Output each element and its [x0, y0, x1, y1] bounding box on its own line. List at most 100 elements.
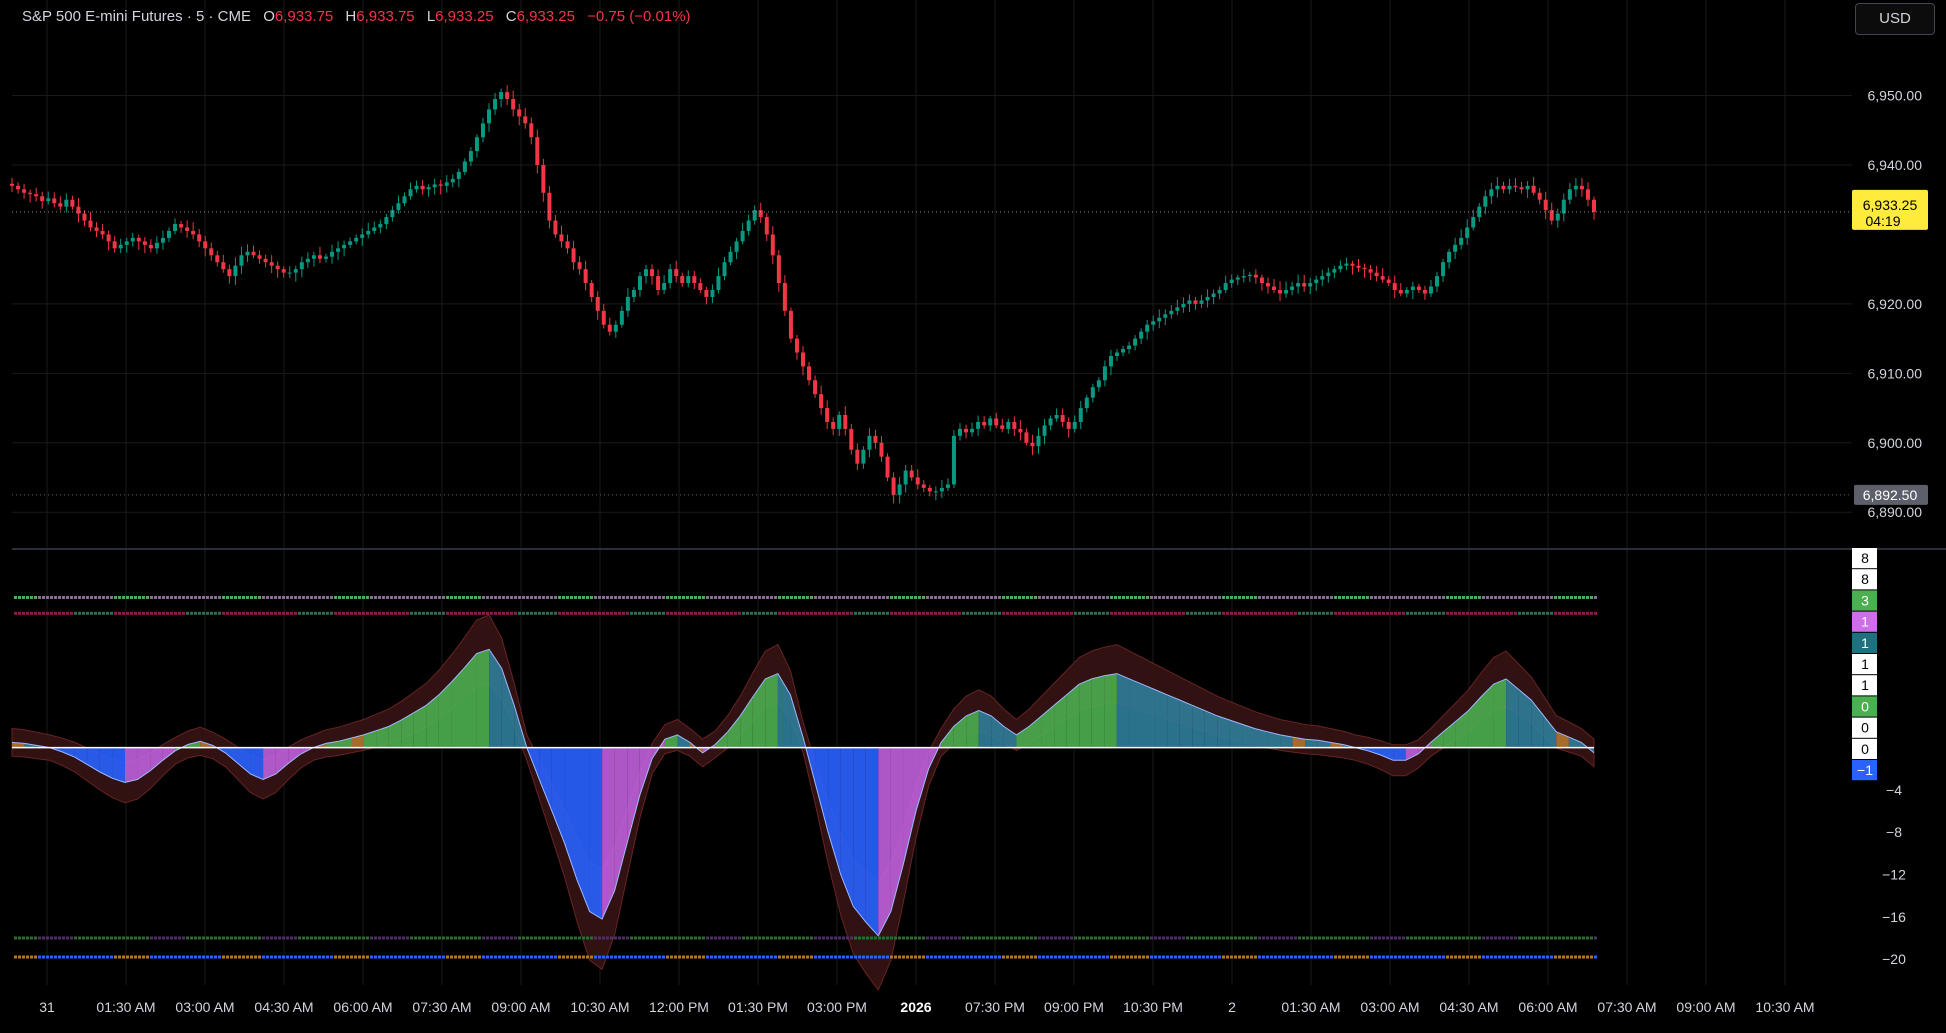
- signal-dot: [510, 595, 513, 599]
- signal-dot: [782, 611, 785, 615]
- trading-chart[interactable]: 6,950.00 6,940.00 6,920.00 6,910.00 6,900.00…: [0, 0, 1946, 1028]
- signal-dot: [606, 611, 609, 615]
- signal-dot: [1326, 611, 1329, 615]
- oscillator-pane[interactable]: [11, 595, 1597, 991]
- signal-dot: [46, 955, 49, 959]
- signal-dot: [30, 936, 33, 940]
- open-value: 6,933.75: [274, 8, 334, 25]
- signal-dot: [1146, 611, 1149, 615]
- signal-dot: [1430, 611, 1433, 615]
- signal-dot: [1002, 611, 1005, 615]
- signal-dot: [1030, 611, 1033, 615]
- signal-dot: [1034, 936, 1037, 940]
- signal-dot: [54, 955, 57, 959]
- symbol-interval[interactable]: 5: [196, 8, 204, 25]
- signal-dot: [1250, 595, 1253, 599]
- signal-dot: [366, 936, 369, 940]
- signal-dot: [346, 936, 349, 940]
- signal-dot: [186, 936, 189, 940]
- signal-dot: [1370, 595, 1373, 599]
- time-label: 01:30 AM: [1281, 999, 1340, 1015]
- signal-dot: [278, 955, 281, 959]
- signal-dot: [26, 595, 29, 599]
- signal-dot: [266, 611, 269, 615]
- signal-dot: [1134, 936, 1137, 940]
- signal-dot: [126, 936, 129, 940]
- chart-canvas[interactable]: 6,950.006,940.006,920.006,910.006,900.00…: [0, 0, 1946, 1028]
- signal-dot: [478, 595, 481, 599]
- candle-body: [782, 283, 787, 311]
- symbol-legend[interactable]: S&P 500 E-mini Futures · 5 · CME O6,933.…: [22, 8, 691, 25]
- candle-body: [1302, 283, 1307, 287]
- signal-dot: [1074, 595, 1077, 599]
- signal-dot: [1430, 936, 1433, 940]
- signal-dot: [998, 595, 1001, 599]
- signal-dot: [834, 936, 837, 940]
- symbol-name[interactable]: S&P 500 E-mini Futures: [22, 8, 183, 25]
- signal-dot: [862, 595, 865, 599]
- signal-dot: [1270, 611, 1273, 615]
- signal-dot: [1466, 955, 1469, 959]
- signal-dot: [182, 955, 185, 959]
- signal-dot: [334, 936, 337, 940]
- signal-dot: [670, 595, 673, 599]
- candle-body: [1380, 276, 1385, 280]
- signal-dot: [222, 611, 225, 615]
- signal-dot: [542, 611, 545, 615]
- candle-body: [1278, 290, 1283, 294]
- candle-body: [287, 272, 292, 274]
- signal-dot: [390, 955, 393, 959]
- signal-dot: [1010, 955, 1013, 959]
- signal-dot: [162, 955, 165, 959]
- price-pane[interactable]: [10, 85, 1852, 504]
- signal-dot: [426, 955, 429, 959]
- candle-body: [770, 234, 775, 256]
- signal-dot: [66, 936, 69, 940]
- signal-dot: [1014, 936, 1017, 940]
- candle-body: [1151, 321, 1156, 325]
- signal-dot: [1518, 595, 1521, 599]
- signal-dot: [626, 936, 629, 940]
- oscillator-axis[interactable]: −4−8−12−16−208831111000−1: [1852, 548, 1906, 967]
- signal-dot: [558, 955, 561, 959]
- signal-dot: [54, 595, 57, 599]
- signal-dot: [1050, 595, 1053, 599]
- signal-dot: [630, 611, 633, 615]
- candle-body: [553, 220, 558, 235]
- signal-dot: [1186, 611, 1189, 615]
- signal-dot: [958, 936, 961, 940]
- signal-dot: [94, 955, 97, 959]
- signal-dot: [254, 936, 257, 940]
- time-axis[interactable]: 31 01:30 AM 03:00 AM 04:30 AM 06:00 AM 07:30 …: [39, 999, 1814, 1015]
- signal-dot: [434, 936, 437, 940]
- signal-dot: [1538, 611, 1541, 615]
- currency-button[interactable]: USD: [1855, 3, 1935, 35]
- signal-dot: [506, 611, 509, 615]
- signal-dot: [1286, 936, 1289, 940]
- signal-dot: [1522, 595, 1525, 599]
- candle-body: [323, 256, 328, 259]
- signal-dot: [626, 955, 629, 959]
- signal-dot: [98, 595, 101, 599]
- candle-body: [348, 241, 353, 245]
- signal-dot: [750, 611, 753, 615]
- price-axis[interactable]: 6,950.006,940.006,920.006,910.006,900.00…: [1868, 88, 1923, 521]
- signal-dot: [946, 936, 949, 940]
- signal-dot: [1178, 595, 1181, 599]
- signal-dot: [1058, 611, 1061, 615]
- candle-body: [1175, 307, 1180, 311]
- signal-dot: [1542, 611, 1545, 615]
- candle-body: [1362, 267, 1367, 270]
- signal-dot: [354, 936, 357, 940]
- signal-dot: [110, 936, 113, 940]
- signal-dot: [1278, 611, 1281, 615]
- signal-dot: [62, 611, 65, 615]
- signal-dot: [198, 936, 201, 940]
- signal-dot: [338, 955, 341, 959]
- candle-body: [1471, 217, 1476, 228]
- signal-dot: [1034, 595, 1037, 599]
- signal-dot: [826, 955, 829, 959]
- signal-dot: [482, 595, 485, 599]
- candle-body: [142, 241, 147, 245]
- signal-dot: [126, 595, 129, 599]
